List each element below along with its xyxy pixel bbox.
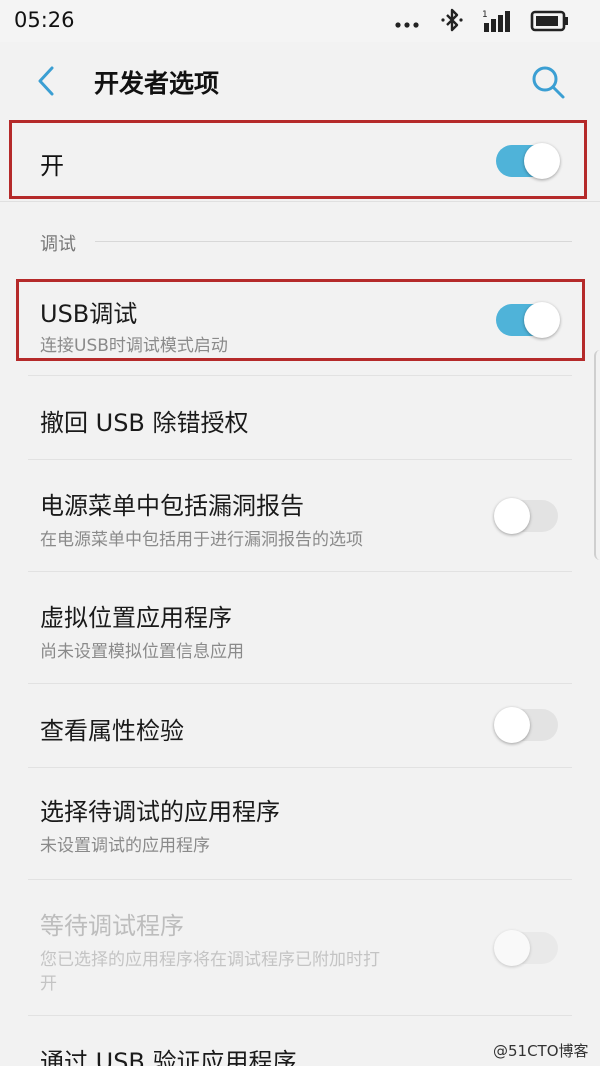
developer-options-master-row[interactable]: 开 [0, 120, 600, 202]
master-toggle[interactable] [496, 143, 560, 179]
setting-subtitle: 未设置调试的应用程序 [40, 836, 210, 856]
view-attribute-toggle[interactable] [494, 707, 558, 743]
setting-subtitle-line2: 开 [40, 974, 57, 994]
watermark: @51CTO博客 [493, 1042, 589, 1060]
signal-icon: 1 [482, 10, 510, 32]
toggle-knob [494, 498, 530, 534]
setting-title: 查看属性检验 [40, 717, 184, 745]
setting-title: 通过 USB 验证应用程序 [40, 1048, 297, 1066]
wait-for-debugger-toggle [494, 930, 558, 966]
section-divider [95, 241, 572, 242]
toggle-knob [494, 707, 530, 743]
nav-bar: 开发者选项 [0, 42, 600, 120]
toggle-knob [494, 930, 530, 966]
status-time: 05:26 [14, 8, 75, 32]
setting-subtitle: 在电源菜单中包括用于进行漏洞报告的选项 [40, 530, 363, 550]
setting-title: USB调试 [40, 300, 138, 328]
svg-text:1: 1 [482, 10, 488, 20]
search-icon[interactable] [530, 64, 566, 100]
setting-row-mock-location[interactable]: 虚拟位置应用程序 尚未设置模拟位置信息应用 [0, 572, 600, 684]
bluetooth-icon [441, 8, 463, 32]
master-switch-label: 开 [40, 152, 64, 180]
usb-debugging-toggle[interactable] [496, 302, 560, 338]
setting-title: 选择待调试的应用程序 [40, 798, 280, 826]
page-title: 开发者选项 [94, 69, 220, 98]
setting-row-revoke-usb-auth[interactable]: 撤回 USB 除错授权 [0, 376, 600, 460]
setting-subtitle: 连接USB时调试模式启动 [40, 336, 228, 356]
setting-row-bug-report[interactable]: 电源菜单中包括漏洞报告 在电源菜单中包括用于进行漏洞报告的选项 [0, 460, 600, 572]
status-bar: 05:26 1 [0, 0, 600, 42]
section-header-debug: 调试 [40, 234, 76, 255]
chevron-left-icon[interactable] [32, 64, 60, 98]
toggle-knob [524, 143, 560, 179]
setting-row-wait-for-debugger: 等待调试程序 您已选择的应用程序将在调试程序已附加时打 开 [0, 880, 600, 1016]
scroll-indicator[interactable] [594, 350, 600, 560]
setting-title: 电源菜单中包括漏洞报告 [40, 492, 304, 520]
setting-title: 等待调试程序 [40, 912, 184, 940]
battery-icon [530, 10, 568, 32]
setting-row-usb-debugging[interactable]: USB调试 连接USB时调试模式启动 [0, 276, 600, 376]
setting-subtitle: 您已选择的应用程序将在调试程序已附加时打 [40, 950, 380, 970]
setting-subtitle: 尚未设置模拟位置信息应用 [40, 642, 244, 662]
setting-row-view-attribute-inspection[interactable]: 查看属性检验 [0, 684, 600, 768]
more-dots-icon [395, 22, 419, 28]
setting-row-select-debug-app[interactable]: 选择待调试的应用程序 未设置调试的应用程序 [0, 768, 600, 880]
setting-title: 虚拟位置应用程序 [40, 604, 232, 632]
bug-report-toggle[interactable] [494, 498, 558, 534]
toggle-knob [524, 302, 560, 338]
setting-title: 撤回 USB 除错授权 [40, 409, 249, 437]
